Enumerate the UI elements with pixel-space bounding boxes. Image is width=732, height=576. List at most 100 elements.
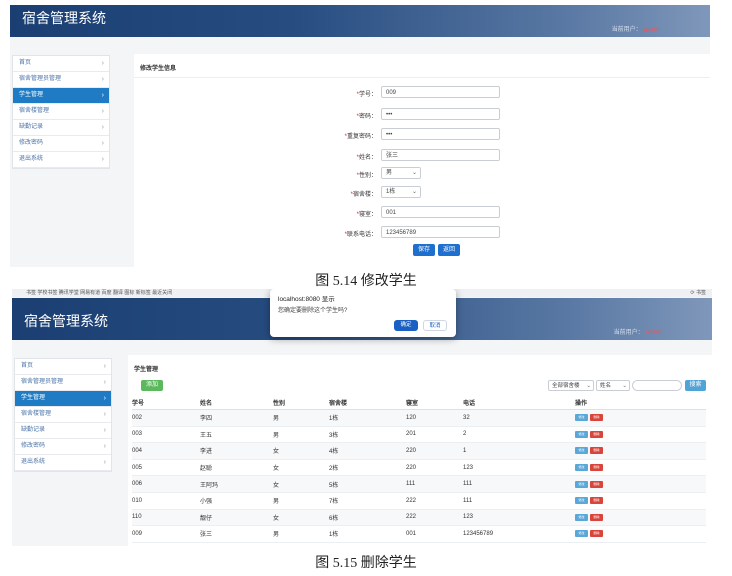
edit-panel: 修改学生信息 *学号： 009 *密码： ••• *重复密码： ••• *姓名：… (134, 54, 710, 267)
sidebar-item-buildings[interactable]: 宿舍楼管理 › (13, 104, 109, 120)
sidebar-item-students[interactable]: 学生管理 › (15, 391, 111, 407)
form-row-building: *宿舍楼： 1栋 ⌄ (351, 186, 501, 200)
current-user-label: 当前用户： (613, 330, 644, 336)
chevron-right-icon: › (101, 156, 104, 163)
sidebar-item-dorm-admins[interactable]: 宿舍管理员管理 › (15, 375, 111, 391)
field-filter-select[interactable]: 姓名 ⌄ (596, 380, 630, 391)
edit-button[interactable]: 修改 (575, 447, 588, 455)
delete-button[interactable]: 删除 (590, 414, 603, 422)
current-user-name[interactable]: admin (646, 330, 662, 336)
current-user: 当前用户： admin (612, 24, 660, 33)
search-input[interactable] (632, 380, 682, 391)
edit-button[interactable]: 修改 (575, 497, 588, 505)
phone-input[interactable]: 123456789 (381, 226, 500, 238)
form-row-repeat-password: *重复密码： ••• (345, 128, 501, 142)
table-row: 110 靓仔女 6栋 222 123 修改 删除 (132, 509, 706, 527)
repeat-password-input[interactable]: ••• (381, 128, 500, 140)
edit-button[interactable]: 修改 (575, 480, 588, 488)
col-actions: 操作 (575, 395, 706, 410)
name-input[interactable]: 张三 (381, 149, 500, 161)
building-filter-select[interactable]: 全部宿舍楼 ⌄ (548, 380, 594, 391)
chevron-right-icon: › (103, 379, 106, 386)
delete-button[interactable]: 删除 (590, 513, 603, 521)
sidebar-item-home[interactable]: 首页 › (13, 56, 109, 72)
sidebar-item-change-password[interactable]: 修改密码 › (15, 439, 111, 455)
chevron-down-icon: ⌄ (411, 170, 417, 176)
form-row-gender: *性别： 男 ⌄ (357, 167, 501, 181)
edit-button[interactable]: 修改 (575, 464, 588, 472)
panel-title: 学生管理 (134, 367, 159, 373)
chevron-right-icon: › (101, 92, 104, 99)
col-phone: 电话 (463, 395, 575, 410)
edit-student-screenshot: 宿舍管理系统 当前用户： admin 首页 › 宿舍管理员管理 › 学生管理 › 宿舍楼… (10, 5, 710, 267)
sidebar: 首页 › 宿舍管理员管理 › 学生管理 › 宿舍楼管理 › 缺勤记录 › 修改密码 › 退出… (14, 358, 112, 472)
chevron-right-icon: › (103, 443, 106, 450)
table-row: 009 张三男 1栋 001 123456789 修改 删除 (132, 525, 706, 543)
building-select[interactable]: 1栋 ⌄ (381, 186, 421, 198)
chevron-right-icon: › (101, 124, 104, 131)
search-button[interactable]: 搜索 (685, 380, 706, 391)
table-header-row: 学号 姓名 性别 宿舍楼 寝室 电话 操作 (132, 395, 706, 410)
form-row-password: *密码： ••• (357, 108, 501, 122)
figure-caption-5-14: 图 5.14 修改学生 (315, 274, 417, 289)
edit-button[interactable]: 修改 (575, 530, 588, 538)
chevron-right-icon: › (103, 363, 106, 370)
sidebar-item-change-password[interactable]: 修改密码 › (13, 136, 109, 152)
sidebar-item-buildings[interactable]: 宿舍楼管理 › (15, 407, 111, 423)
panel-title: 修改学生信息 (134, 54, 710, 78)
chevron-down-icon: ⌄ (411, 189, 417, 195)
sidebar: 首页 › 宿舍管理员管理 › 学生管理 › 宿舍楼管理 › 缺勤记录 › 修改密码 › 退出… (12, 55, 110, 169)
save-button[interactable]: 保存 (413, 244, 435, 256)
password-input[interactable]: ••• (381, 108, 500, 120)
table-row: 010 小强男 7栋 222 111 修改 删除 (132, 492, 706, 510)
delete-button[interactable]: 删除 (590, 530, 603, 538)
sidebar-item-logout[interactable]: 退出系统 › (15, 455, 111, 471)
student-list-panel: 学生管理 添加 全部宿舍楼 ⌄ 姓名 ⌄ 搜索 学号 姓名 性别 宿舍楼 寝室 电话… (128, 355, 712, 546)
add-student-button[interactable]: 添加 (141, 380, 163, 391)
current-user: 当前用户： admin (614, 327, 662, 336)
sidebar-item-students[interactable]: 学生管理 › (13, 88, 109, 104)
delete-button[interactable]: 删除 (590, 497, 603, 505)
gender-select[interactable]: 男 ⌄ (381, 167, 421, 179)
sidebar-item-absence[interactable]: 缺勤记录 › (15, 423, 111, 439)
delete-button[interactable]: 删除 (590, 480, 603, 488)
app-header: 宿舍管理系统 当前用户： admin (10, 5, 710, 37)
chevron-right-icon: › (103, 395, 106, 402)
app-title: 宿舍管理系统 (24, 313, 108, 329)
confirm-button[interactable]: 确定 (394, 320, 418, 331)
room-input[interactable]: 001 (381, 206, 500, 218)
delete-button[interactable]: 删除 (590, 447, 603, 455)
sidebar-item-dorm-admins[interactable]: 宿舍管理员管理 › (13, 72, 109, 88)
chevron-right-icon: › (103, 427, 106, 434)
form-row-name: *姓名： 张三 (357, 149, 501, 163)
current-user-label: 当前用户： (611, 27, 642, 33)
chevron-right-icon: › (101, 76, 104, 83)
figure-caption-5-15: 图 5.15 删除学生 (315, 556, 417, 571)
sidebar-item-absence[interactable]: 缺勤记录 › (13, 120, 109, 136)
table-row: 003 王五男 3栋 201 2 修改 删除 (132, 426, 706, 444)
confirm-delete-dialog: localhost:8080 显示 您确定要删除这个学生吗? 确定 取消 (270, 289, 456, 337)
form-row-student-id: *学号： 009 (357, 86, 501, 100)
app-title: 宿舍管理系统 (22, 10, 106, 26)
chevron-right-icon: › (103, 411, 106, 418)
edit-button[interactable]: 修改 (575, 513, 588, 521)
col-building: 宿舍楼 (329, 395, 406, 410)
edit-button[interactable]: 修改 (575, 430, 588, 438)
delete-button[interactable]: 删除 (590, 430, 603, 438)
current-user-name[interactable]: admin (644, 27, 660, 33)
delete-student-screenshot: 书签 学校书签 腾讯学堂 网易有道 百度 翻译 图标 新标签 最近关闭 ⟳ 书签… (12, 289, 712, 546)
sidebar-item-logout[interactable]: 退出系统 › (13, 152, 109, 168)
dialog-message: 您确定要删除这个学生吗? (278, 308, 348, 314)
chevron-right-icon: › (101, 140, 104, 147)
student-id-input[interactable]: 009 (381, 86, 500, 98)
delete-button[interactable]: 删除 (590, 464, 603, 472)
edit-button[interactable]: 修改 (575, 414, 588, 422)
sidebar-item-home[interactable]: 首页 › (15, 359, 111, 375)
back-button[interactable]: 返回 (438, 244, 460, 256)
chevron-down-icon: ⌄ (586, 383, 591, 389)
chevron-right-icon: › (101, 108, 104, 115)
table-row: 004 李进女 4栋 220 1 修改 删除 (132, 442, 706, 460)
table-row: 005 赵聪女 2栋 220 123 修改 删除 (132, 459, 706, 477)
cancel-button[interactable]: 取消 (423, 320, 447, 331)
col-name: 姓名 (200, 395, 273, 410)
